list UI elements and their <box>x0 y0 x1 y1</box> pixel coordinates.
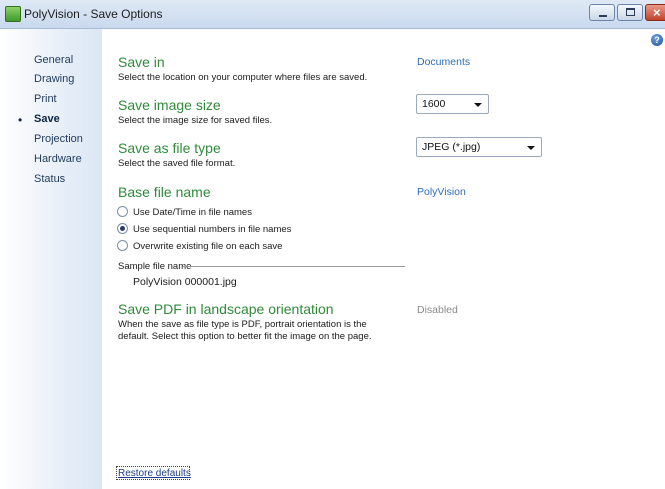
chevron-down-icon <box>527 146 535 150</box>
pdf-landscape-status[interactable]: Disabled <box>417 304 458 316</box>
save-in-description: Select the location on your computer whe… <box>118 72 368 83</box>
sidebar-item-projection[interactable]: Projection <box>34 133 83 145</box>
close-button[interactable]: × <box>645 4 665 21</box>
minimize-icon <box>599 15 607 17</box>
active-item-bullet: • <box>18 113 23 127</box>
save-in-heading: Save in <box>118 54 165 70</box>
maximize-button[interactable] <box>617 4 643 21</box>
sidebar-item-drawing[interactable]: Drawing <box>34 73 74 85</box>
radio-overwrite[interactable]: Overwrite existing file on each save <box>117 240 282 252</box>
sidebar-item-save[interactable]: Save <box>34 113 60 125</box>
minimize-button[interactable] <box>589 4 615 21</box>
image-size-dropdown[interactable]: 1600 <box>416 94 489 114</box>
window-title: PolyVision - Save Options <box>24 7 163 21</box>
image-size-value: 1600 <box>422 98 446 110</box>
base-name-heading: Base file name <box>118 184 211 200</box>
close-icon: × <box>653 5 661 20</box>
pdf-landscape-heading: Save PDF in landscape orientation <box>118 301 334 317</box>
radio-sequential-label: Use sequential numbers in file names <box>133 224 292 235</box>
sample-file-name-value: PolyVision 000001.jpg <box>133 276 237 288</box>
restore-defaults-link[interactable]: Restore defaults <box>118 468 191 479</box>
file-type-description: Select the saved file format. <box>118 158 236 169</box>
base-name-link[interactable]: PolyVision <box>417 186 466 198</box>
sidebar-item-general[interactable]: General <box>34 54 73 66</box>
radio-overwrite-label: Overwrite existing file on each save <box>133 241 283 252</box>
chevron-down-icon <box>474 103 482 107</box>
radio-date-time-label: Use Date/Time in file names <box>133 207 252 218</box>
radio-button-icon[interactable] <box>117 240 128 251</box>
sample-divider <box>183 266 405 267</box>
radio-date-time[interactable]: Use Date/Time in file names <box>117 206 252 218</box>
image-size-heading: Save image size <box>118 97 221 113</box>
save-in-location-link[interactable]: Documents <box>417 56 470 68</box>
file-type-heading: Save as file type <box>118 140 221 156</box>
file-type-dropdown[interactable]: JPEG (*.jpg) <box>416 137 542 157</box>
sidebar-item-status[interactable]: Status <box>34 173 65 185</box>
title-bar: PolyVision - Save Options × <box>0 0 665 29</box>
radio-button-selected-icon[interactable] <box>117 223 128 234</box>
sidebar-item-hardware[interactable]: Hardware <box>34 153 82 165</box>
help-icon[interactable]: ? <box>651 34 663 46</box>
radio-button-icon[interactable] <box>117 206 128 217</box>
image-size-description: Select the image size for saved files. <box>118 115 273 126</box>
sample-file-name-label: Sample file name <box>118 261 192 272</box>
file-type-value: JPEG (*.jpg) <box>422 141 481 153</box>
pdf-landscape-description-2: default. Select this option to better fi… <box>118 331 372 342</box>
radio-sequential-numbers[interactable]: Use sequential numbers in file names <box>117 223 291 235</box>
app-icon <box>5 6 21 22</box>
pdf-landscape-description-1: When the save as file type is PDF, portr… <box>118 319 367 330</box>
sidebar-item-print[interactable]: Print <box>34 93 57 105</box>
maximize-icon <box>626 8 635 16</box>
